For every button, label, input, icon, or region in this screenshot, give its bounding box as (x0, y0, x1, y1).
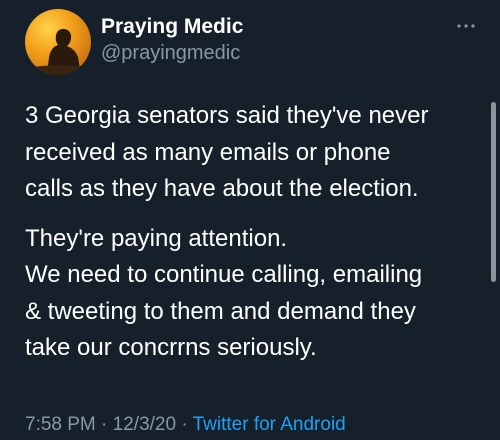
silhouette-sunset-avatar-icon (25, 9, 91, 75)
tweet-meta: 7:58 PM · 12/3/20 · Twitter for Android (25, 413, 346, 437)
tweet-line: We need to continue calling, emailing (25, 261, 423, 288)
meta-separator: · (101, 414, 108, 435)
more-horizontal-icon[interactable] (456, 21, 476, 31)
tweet-time[interactable]: 7:58 PM (25, 414, 96, 435)
tweet-line: received as many emails or phone (25, 138, 391, 166)
tweet-date[interactable]: 12/3/20 (113, 414, 176, 435)
tweet-text: 3 Georgia senators said they've never re… (25, 98, 485, 367)
author-handle[interactable]: @prayingmedic (101, 41, 243, 65)
tweet-line: 3 Georgia senators said they've never (25, 102, 429, 129)
tweet-paragraph-1: 3 Georgia senators said they've never re… (25, 98, 485, 208)
author-info[interactable]: Praying Medic @prayingmedic (101, 15, 243, 65)
tweet-line: take our concrrns seriously. (25, 334, 317, 361)
tweet-card: Praying Medic @prayingmedic 3 Georgia se… (0, 0, 500, 440)
author-display-name[interactable]: Praying Medic (101, 15, 243, 39)
tweet-line: calls as they have about the election. (25, 175, 419, 202)
meta-separator: · (181, 414, 188, 435)
scrollbar-thumb[interactable] (491, 102, 496, 282)
tweet-line: They're paying attention. (25, 224, 288, 252)
tweet-paragraph-2: They're paying attention. We need to con… (25, 221, 485, 367)
tweet-source-link[interactable]: Twitter for Android (193, 414, 346, 435)
tweet-line: & tweeting to them and demand they (25, 297, 416, 325)
avatar[interactable] (25, 9, 91, 75)
